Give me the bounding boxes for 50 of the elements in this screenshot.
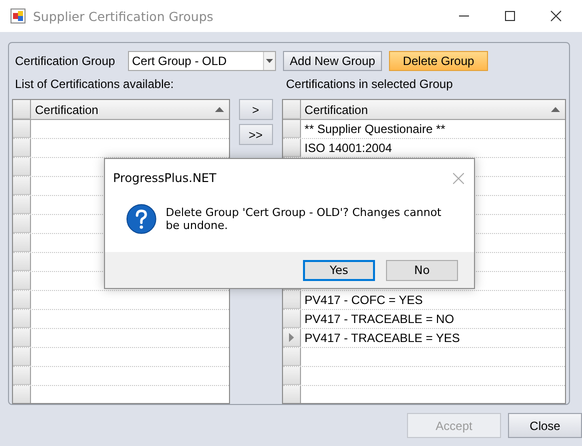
row-header[interactable] bbox=[13, 291, 31, 309]
table-cell-text: PV417 - TRACEABLE = YES bbox=[304, 330, 460, 347]
row-header[interactable] bbox=[13, 158, 31, 176]
row-header[interactable] bbox=[13, 253, 31, 271]
certification-group-dropdown[interactable]: Cert Group - OLD bbox=[128, 51, 276, 71]
row-header[interactable] bbox=[13, 120, 31, 138]
row-header[interactable] bbox=[13, 215, 31, 233]
question-icon bbox=[126, 203, 157, 235]
row-header[interactable] bbox=[282, 139, 301, 157]
dropdown-arrow-icon bbox=[266, 59, 273, 63]
close-button[interactable]: Close bbox=[508, 413, 582, 438]
row-header[interactable] bbox=[13, 329, 31, 347]
row-header[interactable] bbox=[13, 386, 31, 403]
row-header[interactable] bbox=[282, 120, 301, 138]
table-cell-text: ** Supplier Questionaire ** bbox=[304, 121, 446, 138]
maximize-icon[interactable] bbox=[504, 10, 516, 22]
row-header[interactable] bbox=[282, 367, 301, 385]
close-icon[interactable] bbox=[550, 10, 562, 22]
window-title: Supplier Certification Groups bbox=[33, 8, 214, 24]
row-header[interactable] bbox=[13, 348, 31, 366]
sort-ascending-icon bbox=[551, 107, 560, 112]
row-header[interactable] bbox=[13, 139, 31, 157]
available-list-caption: List of Certifications available: bbox=[14, 77, 175, 91]
group-button[interactable]: Add New Group bbox=[283, 51, 382, 71]
row-header[interactable] bbox=[282, 348, 301, 366]
certification-group-label: Certification Group bbox=[14, 54, 116, 68]
row-header[interactable] bbox=[282, 291, 301, 309]
no-button[interactable]: No bbox=[386, 260, 458, 280]
move-button[interactable]: >> bbox=[238, 124, 273, 145]
current-row-icon bbox=[288, 333, 294, 342]
move-button[interactable]: > bbox=[238, 99, 273, 120]
row-header[interactable] bbox=[282, 386, 301, 403]
row-header[interactable] bbox=[13, 310, 31, 328]
table-cell-text: ISO 14001:2004 bbox=[304, 140, 392, 157]
yes-button[interactable]: Yes bbox=[303, 260, 375, 280]
row-header[interactable] bbox=[282, 310, 301, 328]
sort-ascending-icon bbox=[214, 107, 224, 112]
table-cell-text: PV417 - TRACEABLE = NO bbox=[304, 311, 454, 328]
row-header[interactable] bbox=[13, 272, 31, 290]
row-header[interactable] bbox=[13, 196, 31, 214]
selected-list-caption: Certifications in selected Group bbox=[286, 77, 453, 91]
row-header[interactable] bbox=[282, 329, 301, 347]
dialog-title: ProgressPlus.NET bbox=[113, 171, 216, 185]
group-button[interactable]: Delete Group bbox=[389, 51, 488, 71]
row-header[interactable] bbox=[13, 367, 31, 385]
row-header[interactable] bbox=[13, 234, 31, 252]
dialog-message: Delete Group 'Cert Group - OLD'? Changes cannot be undone. bbox=[166, 206, 442, 232]
table-cell-text: PV417 - COFC = YES bbox=[304, 292, 423, 309]
row-header[interactable] bbox=[13, 177, 31, 195]
app-icon bbox=[10, 8, 26, 24]
